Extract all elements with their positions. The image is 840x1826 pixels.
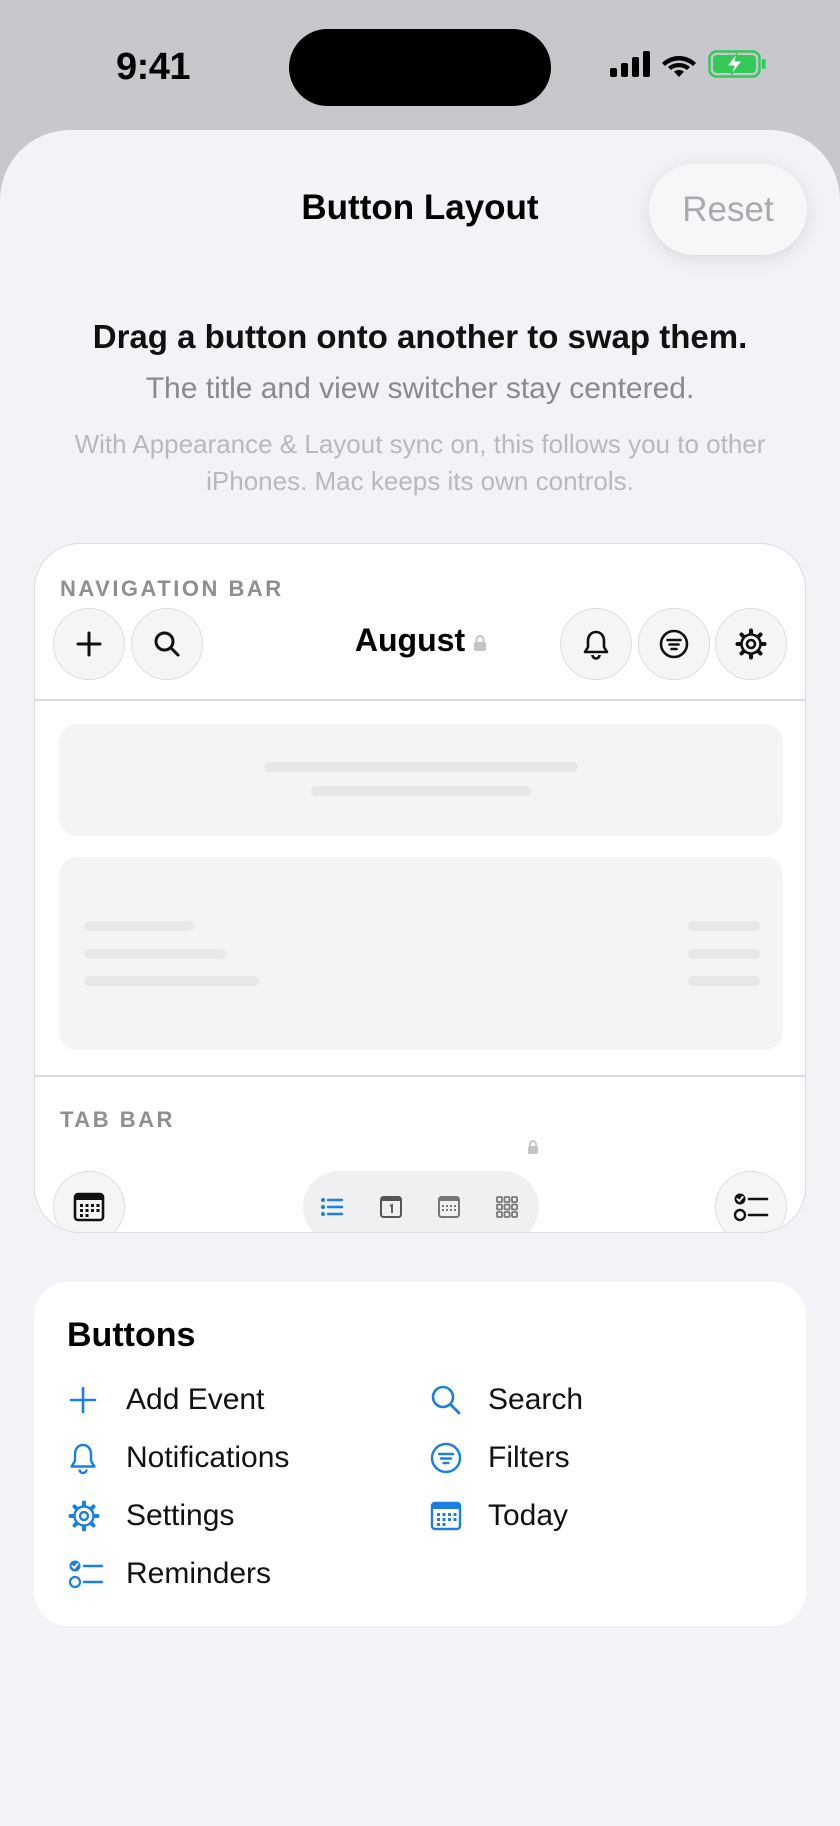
nav-bar-section-label: NAVIGATION BAR bbox=[60, 576, 284, 601]
placeholder-line bbox=[311, 786, 531, 796]
filter-icon bbox=[430, 1442, 462, 1474]
bell-icon bbox=[583, 630, 609, 660]
sync-note: With Appearance & Layout sync on, this f… bbox=[74, 429, 766, 496]
instruction-subtext: The title and view switcher stay centere… bbox=[145, 372, 695, 405]
placeholder-line bbox=[688, 976, 760, 986]
palette-item-label: Notifications bbox=[126, 1441, 290, 1474]
instruction-text: Drag a button onto another to swap them. bbox=[92, 318, 748, 355]
placeholder-line bbox=[264, 762, 578, 772]
checklist-icon bbox=[68, 1560, 104, 1589]
checklist-icon bbox=[733, 1193, 769, 1222]
placeholder-line bbox=[688, 921, 760, 931]
week-view-icon[interactable] bbox=[437, 1195, 461, 1219]
palette-reminders[interactable]: Reminders bbox=[68, 1549, 271, 1599]
day-view-icon[interactable] bbox=[379, 1195, 403, 1219]
palette-item-label: Today bbox=[488, 1499, 569, 1532]
lock-icon bbox=[474, 634, 487, 651]
status-time: 9:41 bbox=[116, 46, 191, 88]
view-switcher bbox=[303, 1171, 539, 1232]
palette-search[interactable]: Search bbox=[430, 1375, 583, 1425]
battery-charging-icon bbox=[708, 50, 766, 78]
nav-slot-add-event[interactable] bbox=[53, 608, 125, 680]
reset-button[interactable]: Reset bbox=[649, 164, 807, 255]
status-bar: 9:41 bbox=[0, 0, 840, 130]
nav-divider bbox=[35, 699, 805, 701]
gear-icon bbox=[68, 1500, 100, 1532]
nav-title: August bbox=[305, 622, 537, 659]
tab-slot-today[interactable] bbox=[53, 1171, 125, 1232]
wifi-icon bbox=[662, 56, 696, 77]
nav-title-text: August bbox=[354, 622, 466, 658]
tab-slot-reminders[interactable] bbox=[715, 1171, 787, 1232]
palette-notifications[interactable]: Notifications bbox=[68, 1433, 289, 1483]
placeholder-line bbox=[84, 949, 226, 959]
calendar-icon bbox=[430, 1501, 462, 1531]
placeholder-card bbox=[59, 857, 783, 1050]
plus-icon bbox=[69, 1386, 97, 1414]
status-icons bbox=[610, 50, 766, 78]
calendar-icon bbox=[73, 1192, 105, 1222]
nav-slot-notifications[interactable] bbox=[560, 608, 632, 680]
tab-bar-section-label: TAB BAR bbox=[60, 1107, 175, 1132]
tab-divider bbox=[35, 1075, 805, 1077]
placeholder-line bbox=[688, 949, 760, 959]
placeholder-line bbox=[84, 976, 259, 986]
dynamic-island bbox=[289, 29, 551, 106]
palette-item-label: Add Event bbox=[126, 1383, 265, 1416]
nav-slot-search[interactable] bbox=[131, 608, 203, 680]
palette-item-label: Reminders bbox=[126, 1557, 272, 1590]
layout-preview-card: NAVIGATION BAR August TAB BAR bbox=[34, 543, 806, 1233]
palette-item-label: Settings bbox=[126, 1499, 235, 1532]
palette-today[interactable]: Today bbox=[430, 1491, 568, 1541]
month-grid-icon[interactable] bbox=[495, 1195, 519, 1219]
search-icon bbox=[154, 631, 180, 657]
nav-slot-filters[interactable] bbox=[638, 608, 710, 680]
view-switcher-lock-icon bbox=[528, 1140, 538, 1154]
nav-slot-settings[interactable] bbox=[715, 608, 787, 680]
palette-item-label: Search bbox=[488, 1383, 584, 1416]
gear-icon bbox=[735, 628, 767, 660]
buttons-title: Buttons bbox=[67, 1316, 196, 1354]
search-icon bbox=[431, 1385, 461, 1415]
buttons-palette: Buttons Add Event Search Notifications F… bbox=[34, 1282, 806, 1626]
list-view-icon[interactable] bbox=[320, 1195, 344, 1219]
palette-item-label: Filters bbox=[488, 1441, 570, 1474]
filter-icon bbox=[659, 629, 689, 659]
placeholder-card bbox=[59, 724, 783, 836]
button-layout-sheet: Button Layout Reset Drag a button onto a… bbox=[0, 130, 840, 1826]
signal-icon bbox=[610, 51, 650, 77]
bell-icon bbox=[70, 1443, 96, 1474]
plus-icon bbox=[76, 631, 102, 657]
palette-add-event[interactable]: Add Event bbox=[68, 1375, 264, 1425]
palette-filters[interactable]: Filters bbox=[430, 1433, 570, 1483]
placeholder-line bbox=[84, 921, 194, 931]
palette-settings[interactable]: Settings bbox=[68, 1491, 234, 1541]
